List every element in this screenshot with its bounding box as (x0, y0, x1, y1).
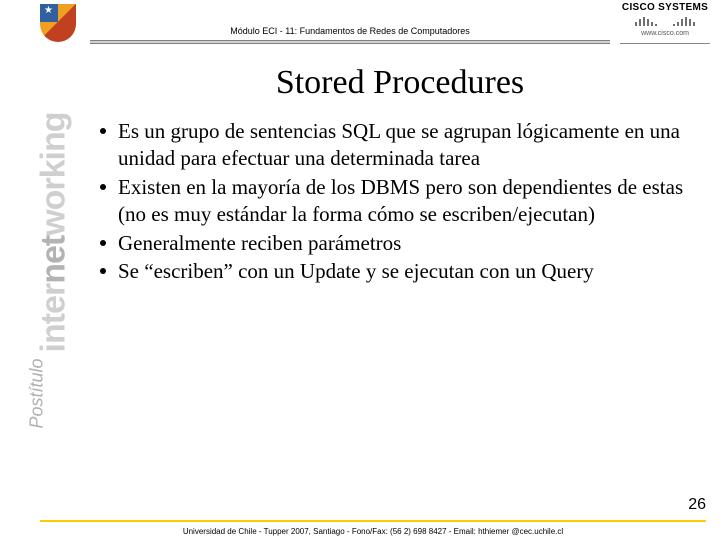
footer-divider (40, 520, 706, 522)
sidebar-branding: Postítulointernetworking (10, 60, 90, 480)
bullet-list: Es un grupo de sentencias SQL que se agr… (100, 118, 698, 285)
slide-body: Es un grupo de sentencias SQL que se agr… (100, 118, 698, 287)
module-title: Módulo ECI - 11: Fundamentos de Redes de… (90, 26, 610, 36)
cisco-logo: CISCO SYSTEMS www.cisco.com (620, 2, 710, 44)
slide-title: Stored Procedures (100, 64, 700, 102)
cisco-brand-text: CISCO SYSTEMS (620, 2, 710, 13)
bullet-item: Se “escriben” con un Update y se ejecuta… (100, 258, 698, 285)
university-shield-icon (40, 4, 76, 42)
sidebar-label: Postítulointernetworking (27, 112, 74, 428)
bullet-item: Generalmente reciben parámetros (100, 230, 698, 257)
cisco-url: www.cisco.com (620, 30, 710, 37)
page-number: 26 (688, 496, 706, 514)
slide-header: Módulo ECI - 11: Fundamentos de Redes de… (0, 0, 720, 50)
bullet-item: Es un grupo de sentencias SQL que se agr… (100, 118, 698, 172)
postitulo-text: Postítulo (27, 358, 48, 428)
cisco-bridge-icon (630, 14, 700, 30)
bullet-item: Existen en la mayoría de los DBMS pero s… (100, 174, 698, 228)
footer-text: Universidad de Chile - Tupper 2007, Sant… (40, 527, 706, 536)
header-divider (90, 40, 610, 44)
